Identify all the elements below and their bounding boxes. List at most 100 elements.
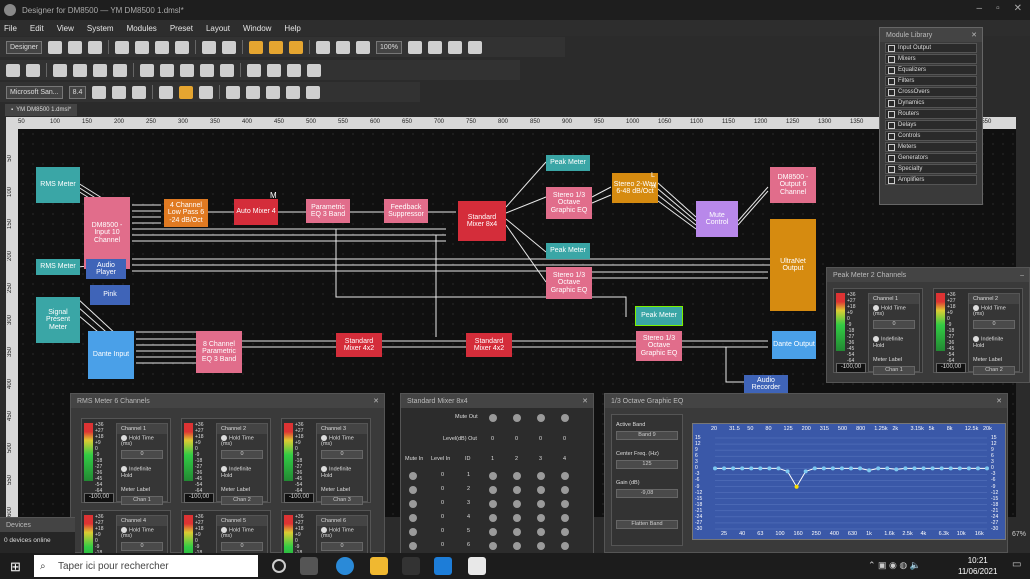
meter-label-field[interactable]: Chan 3 <box>321 495 363 505</box>
border-icon[interactable] <box>306 85 321 99</box>
indefinite-hold-option[interactable]: Indefinite Hold <box>217 465 267 479</box>
zoom-dropdown[interactable]: 100% <box>376 40 402 54</box>
meter-label-field[interactable]: Chan 2 <box>973 365 1015 375</box>
eq-band-handle[interactable] <box>975 466 980 471</box>
module-category-input-output[interactable]: Input Output <box>885 43 977 53</box>
module-category-delays[interactable]: Delays <box>885 120 977 130</box>
font-size-dropdown[interactable]: 8.4 <box>68 85 87 99</box>
taskbar-search[interactable]: ⌕ Taper ici pour rechercher <box>34 555 258 577</box>
cut-icon[interactable] <box>115 40 130 54</box>
flatten-band-button[interactable]: Flatten Band <box>616 520 678 529</box>
mute-out-toggle[interactable] <box>537 414 545 422</box>
system-tray-icons[interactable]: ⌃ ▣ ◉ ◍ 🔈 <box>868 560 921 571</box>
crosspoint-toggle[interactable] <box>561 500 569 508</box>
eq-band-handle[interactable] <box>966 466 971 471</box>
crosspoint-toggle[interactable] <box>537 472 545 480</box>
signal-present-meter-block[interactable]: Signal Present Meter <box>36 297 80 343</box>
hold-time-option[interactable]: Hold Time (ms) <box>117 434 167 448</box>
edge-icon[interactable] <box>336 557 354 575</box>
shape-image-icon[interactable] <box>220 63 234 77</box>
crosspoint-toggle[interactable] <box>489 500 497 508</box>
audio-recorder-block[interactable]: Audio Recorder <box>744 375 788 393</box>
module-category-dynamics[interactable]: Dynamics <box>885 98 977 108</box>
italic-icon[interactable] <box>112 85 127 99</box>
hold-time-field[interactable]: 0 <box>973 320 1015 330</box>
dante-input-block[interactable]: Dante Input <box>88 331 134 379</box>
menu-edit[interactable]: Edit <box>30 24 44 33</box>
menu-system[interactable]: System <box>87 24 114 33</box>
crosspoint-toggle[interactable] <box>537 486 545 494</box>
meter-label-field[interactable]: Chan 2 <box>221 495 263 505</box>
module-category-specialty[interactable]: Specialty <box>885 164 977 174</box>
eq-band-handle[interactable] <box>758 466 763 471</box>
help-icon[interactable] <box>222 40 237 54</box>
eq-band-handle[interactable] <box>722 466 727 471</box>
module-category-amplifiers[interactable]: Amplifiers <box>885 175 977 185</box>
close-icon[interactable]: ✕ <box>996 397 1002 405</box>
eq-band-handle[interactable] <box>849 466 853 471</box>
mute-in-toggle[interactable] <box>409 542 417 550</box>
explorer-icon[interactable] <box>370 557 388 575</box>
gain-field[interactable]: -9,08 <box>616 489 678 498</box>
devices-status[interactable]: 0 devices online <box>0 536 75 545</box>
module-category-filters[interactable]: Filters <box>885 76 977 86</box>
eq-band-handle[interactable] <box>985 466 989 471</box>
font-dropdown[interactable]: Microsoft San... <box>6 85 63 99</box>
eq-band-handle[interactable] <box>921 466 926 471</box>
mute-out-toggle[interactable] <box>561 414 569 422</box>
open-icon[interactable] <box>68 40 83 54</box>
text-left-icon[interactable] <box>159 85 174 99</box>
crosspoint-toggle[interactable] <box>489 514 497 522</box>
zoom-fit-icon[interactable] <box>356 40 371 54</box>
order-icon[interactable] <box>467 40 482 54</box>
align-right-icon[interactable] <box>93 63 107 77</box>
crosspoint-toggle[interactable] <box>537 528 545 536</box>
mute-in-toggle[interactable] <box>409 500 417 508</box>
align-top-icon[interactable] <box>113 63 127 77</box>
minimize-icon[interactable]: – <box>977 3 983 14</box>
align-center-icon[interactable] <box>73 63 87 77</box>
crosspoint-toggle[interactable] <box>561 486 569 494</box>
hold-time-option[interactable]: Hold Time (ms) <box>217 526 267 540</box>
eq-band-handle[interactable] <box>794 484 799 489</box>
hold-time-field[interactable]: 0 <box>873 320 915 330</box>
delete-icon[interactable] <box>175 40 190 54</box>
active-band-select[interactable]: Band 9 <box>616 431 678 440</box>
eq-band-handle[interactable] <box>876 466 881 471</box>
auto-mixer-block[interactable]: Auto Mixer 4 <box>234 199 278 225</box>
eq-band-handle[interactable] <box>839 466 844 471</box>
peak-meter-block-3[interactable]: Peak Meter <box>635 306 683 326</box>
close-icon[interactable]: ✕ <box>373 397 379 405</box>
audio-player-block[interactable]: Audio Player <box>86 259 126 279</box>
crosspoint-toggle[interactable] <box>561 472 569 480</box>
eq-band-handle[interactable] <box>740 466 745 471</box>
rms-meter-block-2[interactable]: RMS Meter <box>36 259 80 275</box>
hold-time-field[interactable]: 0 <box>321 450 363 460</box>
eq-band-handle[interactable] <box>830 466 835 471</box>
indefinite-hold-option[interactable]: Indefinite Hold <box>869 335 919 349</box>
module-category-controls[interactable]: Controls <box>885 131 977 141</box>
save-icon[interactable] <box>88 40 103 54</box>
distribute-icon[interactable] <box>427 40 442 54</box>
feedback-suppressor-block[interactable]: Feedback Suppressor <box>384 199 428 223</box>
shape-rect-icon[interactable] <box>140 63 154 77</box>
standard-mixer-4x2-block-a[interactable]: Standard Mixer 4x2 <box>336 333 382 357</box>
crosspoint-toggle[interactable] <box>537 514 545 522</box>
module-category-generators[interactable]: Generators <box>885 153 977 163</box>
crosspoint-toggle[interactable] <box>489 486 497 494</box>
eq-band-handle[interactable] <box>803 469 808 474</box>
group-icon[interactable] <box>447 40 462 54</box>
pink-noise-block[interactable]: Pink <box>90 285 130 305</box>
hold-time-field[interactable]: 0 <box>121 542 163 552</box>
menu-modules[interactable]: Modules <box>127 24 157 33</box>
eq-band-handle[interactable] <box>749 466 754 471</box>
hold-time-option[interactable]: Hold Time (ms) <box>317 434 367 448</box>
document-tab[interactable]: ▪ YM DM8500 1.dmsl* <box>5 104 78 116</box>
hold-time-option[interactable]: Hold Time (ms) <box>217 434 267 448</box>
snap-icon[interactable] <box>289 40 304 54</box>
indefinite-hold-option[interactable]: Indefinite Hold <box>969 335 1019 349</box>
copy-icon[interactable] <box>135 40 150 54</box>
hold-time-field[interactable]: 0 <box>121 450 163 460</box>
hold-time-option[interactable]: Hold Time (ms) <box>317 526 367 540</box>
connect-icon[interactable] <box>6 63 20 77</box>
